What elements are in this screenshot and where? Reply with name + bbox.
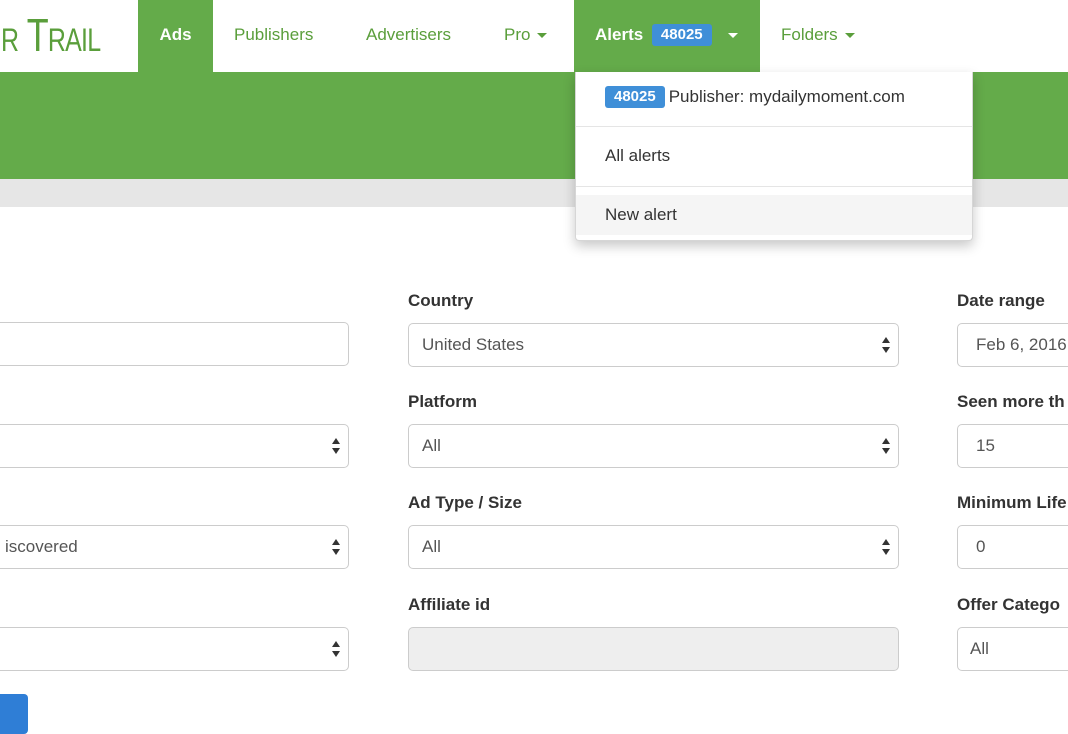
nav-pro-label: Pro [504, 25, 531, 44]
ad-type-select-value: All [422, 537, 441, 556]
chevron-down-icon [844, 33, 855, 39]
country-select-value: United States [422, 335, 525, 354]
date-range-label: Date range [957, 291, 1045, 310]
minimum-lifetime-input[interactable]: 0 [957, 525, 1068, 569]
nav-publishers-label: Publishers [234, 25, 314, 44]
left-select-3-value: iscovered [5, 537, 78, 556]
chevron-down-icon [537, 33, 548, 39]
brand-logo[interactable]: r Trail [0, 0, 138, 72]
alert-item-publisher[interactable]: 48025 Publisher: mydailymoment.com [576, 77, 972, 117]
date-range-input[interactable]: Feb 6, 2016 [957, 323, 1068, 367]
affiliate-id-label: Affiliate id [408, 595, 491, 614]
select-arrows-icon [882, 337, 890, 353]
ad-type-label: Ad Type / Size [408, 493, 522, 512]
select-arrows-icon [332, 641, 340, 657]
left-select-4[interactable] [0, 627, 349, 671]
brand-logo-text: r Trail [0, 9, 101, 61]
platform-select[interactable]: All [408, 424, 899, 468]
chevron-down-icon [728, 33, 739, 39]
alerts-count-badge: 48025 [651, 24, 712, 46]
alerts-dropdown-menu: 48025 Publisher: mydailymoment.com All al… [575, 72, 973, 241]
nav-ads-label: Ads [159, 25, 192, 44]
all-alerts-item[interactable]: All alerts [576, 136, 972, 176]
new-alert-label: New alert [605, 205, 677, 224]
nav-advertisers[interactable]: Advertisers [366, 0, 451, 72]
top-navbar: r Trail Ads Publishers Advertisers Pro A… [0, 0, 1068, 72]
alert-item-label: Publisher: mydailymoment.com [668, 87, 905, 106]
seen-more-than-input[interactable]: 15 [957, 424, 1068, 468]
nav-alerts-label: Alerts [595, 25, 644, 44]
seen-more-than-label: Seen more th [957, 392, 1065, 411]
search-button[interactable] [0, 694, 28, 734]
new-alert-item[interactable]: New alert [576, 195, 972, 235]
select-arrows-icon [882, 438, 890, 454]
minimum-lifetime-value: 0 [976, 537, 986, 556]
nav-folders-dropdown[interactable]: Folders [781, 0, 855, 72]
date-range-value: Feb 6, 2016 [976, 335, 1067, 354]
seen-more-than-value: 15 [976, 436, 995, 455]
nav-folders-label: Folders [781, 25, 838, 44]
menu-divider [576, 186, 972, 187]
left-select-3[interactable]: iscovered [0, 525, 349, 569]
minimum-lifetime-label: Minimum Life [957, 493, 1067, 512]
offer-category-label: Offer Catego [957, 595, 1060, 614]
nav-publishers[interactable]: Publishers [234, 0, 313, 72]
select-arrows-icon [332, 438, 340, 454]
nav-ads[interactable]: Ads [138, 0, 213, 72]
ad-type-select[interactable]: All [408, 525, 899, 569]
offer-category-select[interactable]: All [957, 627, 1068, 671]
select-arrows-icon [882, 539, 890, 555]
platform-select-value: All [422, 436, 441, 455]
select-arrows-icon [332, 539, 340, 555]
search-input[interactable] [0, 322, 349, 366]
country-select[interactable]: United States [408, 323, 899, 367]
platform-label: Platform [408, 392, 477, 411]
nav-advertisers-label: Advertisers [366, 25, 452, 44]
offer-category-value: All [970, 639, 989, 658]
left-select-2[interactable] [0, 424, 349, 468]
menu-divider [576, 126, 972, 127]
alert-count-badge: 48025 [605, 86, 665, 108]
nav-alerts-dropdown[interactable]: Alerts 48025 [574, 0, 760, 72]
all-alerts-label: All alerts [605, 146, 671, 165]
nav-pro-dropdown[interactable]: Pro [504, 0, 548, 72]
country-label: Country [408, 291, 474, 310]
affiliate-id-input[interactable] [408, 627, 899, 671]
